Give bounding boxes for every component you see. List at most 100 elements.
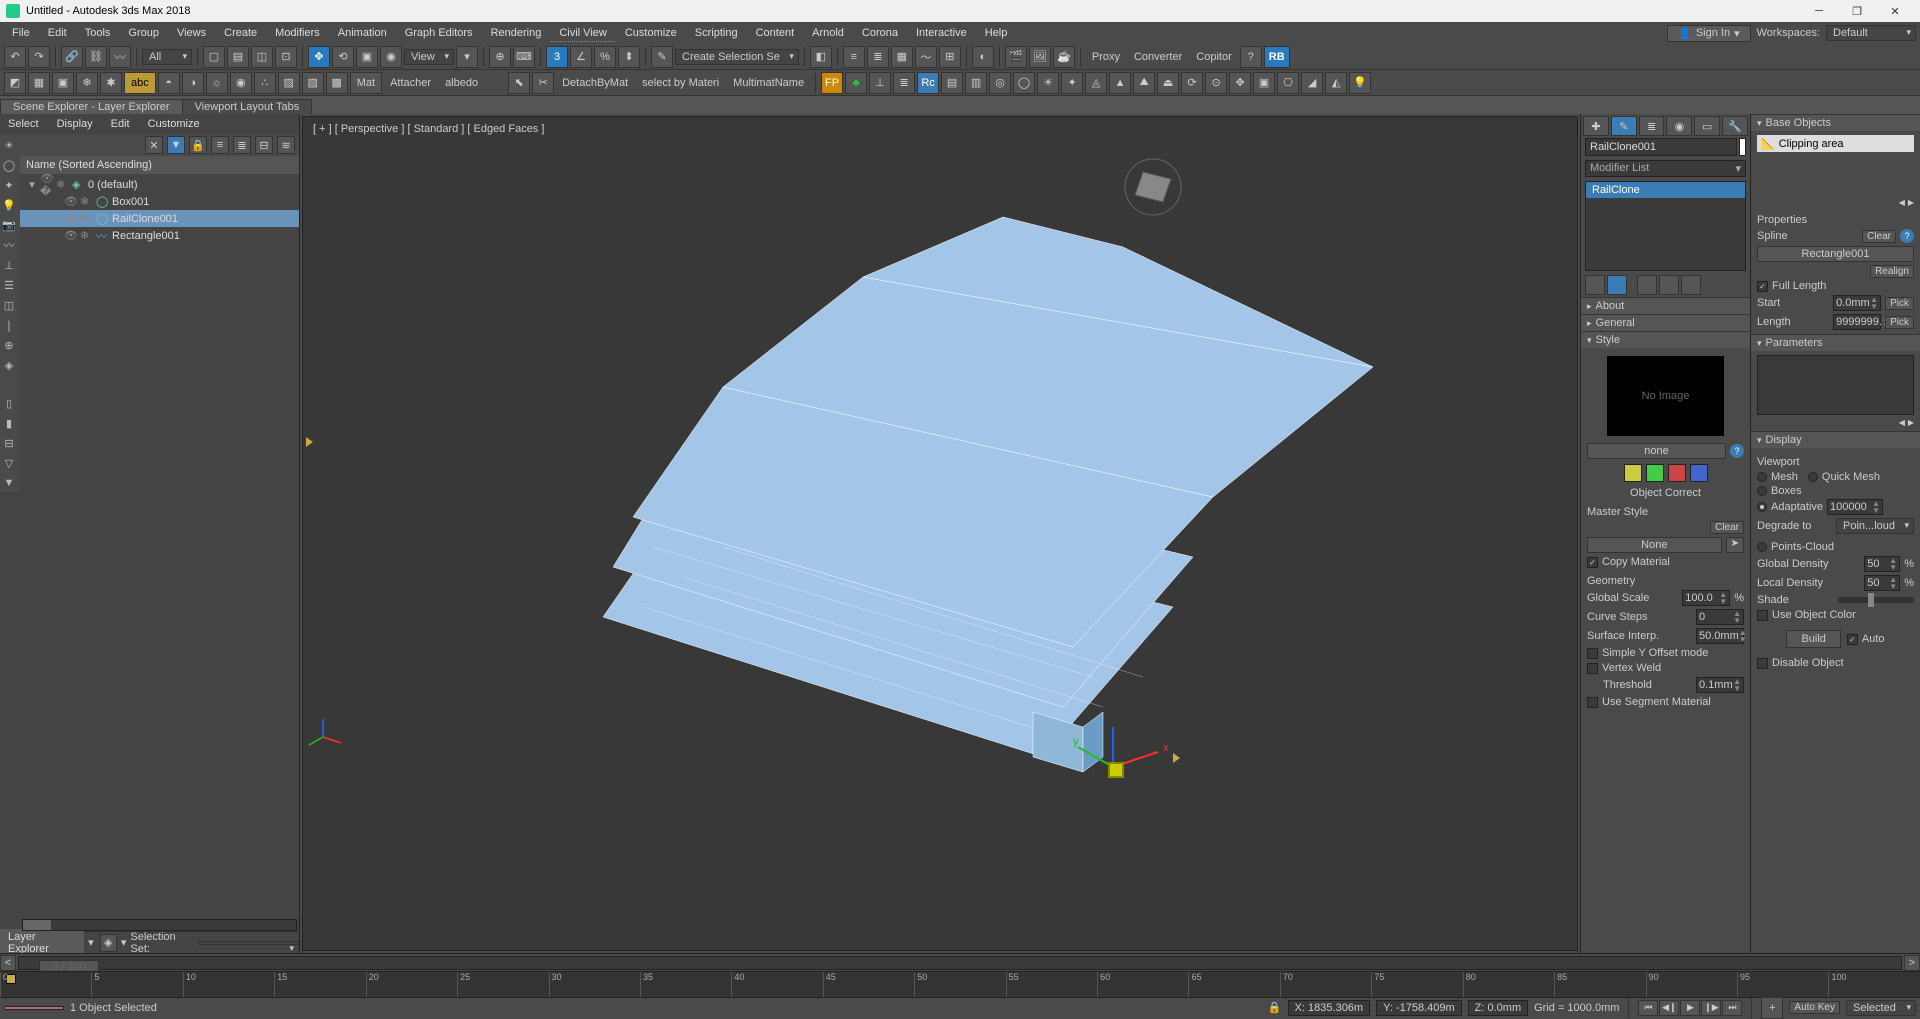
global-density-spinner[interactable]: 50▲▼ xyxy=(1864,556,1900,572)
proxy-button[interactable]: Proxy xyxy=(1086,49,1126,65)
rollout-base-objects[interactable]: ▾Base Objects xyxy=(1751,115,1920,131)
menu-scripting[interactable]: Scripting xyxy=(687,25,746,41)
tree-icon[interactable]: ♣ xyxy=(845,72,867,94)
curve-steps-spinner[interactable]: 0▲▼ xyxy=(1696,609,1744,625)
clipping-area-item[interactable]: Clipping area xyxy=(1779,138,1844,150)
sign-in-button[interactable]: 👤 Sign In ▾ xyxy=(1667,25,1750,42)
tool-c20[interactable]: 💡 xyxy=(1349,72,1371,94)
menu-views[interactable]: Views xyxy=(169,25,214,41)
explorer-scroll[interactable] xyxy=(22,919,297,931)
radio-adaptative[interactable] xyxy=(1757,502,1767,512)
tree-item-rectangle[interactable]: 👁❄〰 Rectangle001 xyxy=(20,227,299,244)
start-pick-button[interactable]: Pick xyxy=(1885,297,1914,310)
exp-lock[interactable]: 🔒 xyxy=(189,136,207,154)
window-close-button[interactable]: ✕ xyxy=(1876,0,1914,22)
menu-arnold[interactable]: Arnold xyxy=(804,25,852,41)
pin-stack[interactable] xyxy=(1585,275,1605,295)
tool-c1[interactable]: ⊥ xyxy=(869,72,891,94)
select-object-button[interactable]: ▢ xyxy=(203,46,225,68)
tool-c2[interactable]: ≣ xyxy=(893,72,915,94)
question-button[interactable]: ? xyxy=(1240,46,1262,68)
surface-interp-spinner[interactable]: 50.0mm▲▼ xyxy=(1696,628,1744,644)
menu-rendering[interactable]: Rendering xyxy=(483,25,550,41)
rollout-style[interactable]: ▾Style xyxy=(1581,332,1750,348)
select-by-name-button[interactable]: ▤ xyxy=(227,46,249,68)
tab-display[interactable]: ▭ xyxy=(1694,116,1720,136)
toggle-ribbon-button[interactable]: ▦ xyxy=(891,46,913,68)
tree-item-railclone[interactable]: 👁❄◯ RailClone001 xyxy=(20,210,299,227)
status-y[interactable]: Y: -1758.409m xyxy=(1376,1000,1462,1016)
bind-button[interactable]: 〰 xyxy=(109,46,131,68)
length-pick-button[interactable]: Pick xyxy=(1885,316,1914,329)
tab-create[interactable]: ✚ xyxy=(1583,116,1609,136)
menu-animation[interactable]: Animation xyxy=(330,25,395,41)
select-rotate-button[interactable]: ⟲ xyxy=(332,46,354,68)
menu-civil-view[interactable]: Civil View xyxy=(551,25,614,42)
time-track[interactable]: 0 / 100 xyxy=(18,956,1902,970)
spline-value-button[interactable]: Rectangle001 xyxy=(1757,246,1914,262)
tool-a2[interactable]: ▦ xyxy=(28,72,50,94)
use-seg-mat-check[interactable] xyxy=(1587,697,1598,708)
side-ic-7[interactable]: ⊥ xyxy=(0,256,18,274)
menu-file[interactable]: File xyxy=(4,25,38,41)
status-z[interactable]: Z: 0.0mm xyxy=(1468,1000,1528,1016)
nav-right[interactable]: ▶ xyxy=(1908,198,1914,207)
use-obj-color-check[interactable] xyxy=(1757,610,1768,621)
start-spinner[interactable]: 0.0mm▲▼ xyxy=(1833,295,1881,311)
render-scene-button[interactable]: ☕ xyxy=(1053,46,1075,68)
script-listener[interactable] xyxy=(4,1006,64,1010)
side-ic-12[interactable]: ◈ xyxy=(0,356,18,374)
chip-1[interactable] xyxy=(1624,464,1642,482)
show-end-result[interactable] xyxy=(1607,275,1627,295)
exp-b1[interactable]: ≡ xyxy=(211,136,229,154)
side-ic-9[interactable]: ◫ xyxy=(0,296,18,314)
explorer-header[interactable]: Name (Sorted Ascending) xyxy=(20,156,299,174)
copy-material-check[interactable]: ✓ xyxy=(1587,557,1598,568)
tab-motion[interactable]: ◉ xyxy=(1666,116,1692,136)
redo-button[interactable]: ↷ xyxy=(28,46,50,68)
rollout-parameters[interactable]: ▾Parameters xyxy=(1751,335,1920,351)
manipulate-button[interactable]: ⊕ xyxy=(489,46,511,68)
tool-c3[interactable]: ▤ xyxy=(941,72,963,94)
tab-utilities[interactable]: 🔧 xyxy=(1722,116,1748,136)
material-editor-button[interactable]: ◐ xyxy=(972,46,994,68)
rollout-display[interactable]: ▾Display xyxy=(1751,432,1920,448)
radio-mesh[interactable] xyxy=(1757,472,1767,482)
use-pivot-button[interactable]: ▾ xyxy=(456,46,478,68)
exp-b2[interactable]: ≣ xyxy=(233,136,251,154)
rollout-general[interactable]: ▸General xyxy=(1581,315,1750,331)
object-color-swatch[interactable] xyxy=(1739,138,1746,156)
realign-button[interactable]: Realign xyxy=(1870,265,1914,278)
tool-a3[interactable]: ▣ xyxy=(52,72,74,94)
chip-3[interactable] xyxy=(1668,464,1686,482)
menu-tools[interactable]: Tools xyxy=(77,25,119,41)
tool-c12[interactable]: ⏏ xyxy=(1157,72,1179,94)
tool-b1[interactable]: ✂ xyxy=(532,72,554,94)
tool-a5[interactable]: ✱ xyxy=(100,72,122,94)
global-scale-spinner[interactable]: 100.0▲▼ xyxy=(1682,590,1730,606)
attacher-button[interactable]: Attacher xyxy=(384,75,437,91)
named-selection-dropdown[interactable]: Create Selection Se xyxy=(675,49,799,65)
tool-a10[interactable]: ∴ xyxy=(254,72,276,94)
select-move-button[interactable]: ✥ xyxy=(308,46,330,68)
style-thumbnail[interactable]: No Image xyxy=(1607,356,1724,436)
angle-snap-button[interactable]: ∠ xyxy=(570,46,592,68)
tab-hierarchy[interactable]: ≣ xyxy=(1639,116,1665,136)
tool-a8[interactable]: ☼ xyxy=(206,72,228,94)
albedo-button[interactable]: albedo xyxy=(439,75,484,91)
menu-graph-editors[interactable]: Graph Editors xyxy=(397,25,481,41)
tool-c19[interactable]: ◭ xyxy=(1325,72,1347,94)
stack-item-railclone[interactable]: RailClone xyxy=(1586,182,1745,198)
select-by-materi[interactable]: select by Materi xyxy=(636,75,725,91)
length-spinner[interactable]: 9999999.▲▼ xyxy=(1833,314,1881,330)
nav-left[interactable]: ◀ xyxy=(1899,198,1905,207)
vertex-weld-check[interactable] xyxy=(1587,663,1598,674)
keyboard-shortcut-button[interactable]: ⌨ xyxy=(513,46,535,68)
side-ic-10[interactable]: ❘ xyxy=(0,316,18,334)
goto-start[interactable]: ⏮ xyxy=(1638,1000,1658,1016)
tool-c18[interactable]: ◢ xyxy=(1301,72,1323,94)
exp-b3[interactable]: ⊟ xyxy=(255,136,273,154)
make-unique[interactable] xyxy=(1637,275,1657,295)
disable-obj-check[interactable] xyxy=(1757,658,1768,669)
tool-c5[interactable]: ◎ xyxy=(989,72,1011,94)
